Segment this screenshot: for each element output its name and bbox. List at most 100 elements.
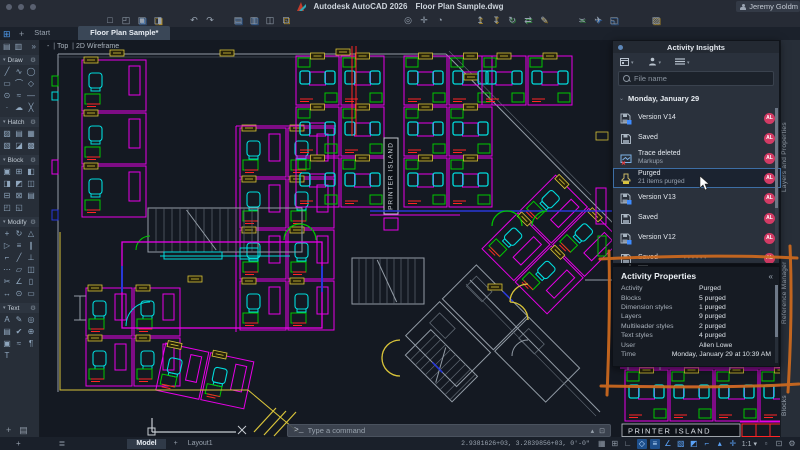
activity-item[interactable]: Version V14AL [613,108,781,128]
save-as-icon[interactable]: ◨ [152,14,164,26]
activity-date-group[interactable]: ⌄ Monday, January 29 [613,89,779,105]
section-settings-icon[interactable]: ⚙ [30,156,36,164]
page-setup-icon[interactable]: ◫ [264,14,276,26]
snap-mode-icon[interactable]: ⊞ [610,439,620,449]
command-input[interactable] [308,426,591,435]
ortho-mode-icon[interactable]: ∟ [623,439,633,449]
scrollbar-thumb[interactable] [775,108,778,208]
sync-settings-icon[interactable]: ⇄ [522,14,534,26]
extend-tool-icon[interactable]: ╱ [13,252,25,264]
rectangle-tool-icon[interactable]: ▭ [1,78,13,90]
hatch-pattern-tool-icon[interactable]: ▨ [1,128,13,140]
model-tab[interactable]: Model [127,439,165,449]
app-window-icon[interactable]: ◱ [608,14,620,26]
customization-icon[interactable]: ⚙ [787,439,797,449]
activity-item[interactable]: Purged21 items purgedAL [613,168,781,188]
expand-palette-icon[interactable]: » [32,42,36,51]
attribute-tool-icon[interactable]: ◩ [13,178,25,190]
annotation-scale-button[interactable]: 1:1 ▾ [742,440,757,448]
spell-check-tool-icon[interactable]: ✔ [13,326,25,338]
block-palette-tool-icon[interactable]: ⊠ [13,190,25,202]
dynamic-input-icon[interactable]: ≡ [650,439,660,449]
side-tab-blocks[interactable]: Blocks [781,382,800,430]
hatch-solid-tool-icon[interactable]: ◪ [13,140,25,152]
import-icon[interactable]: ↧ [490,14,502,26]
section-settings-icon[interactable]: ⚙ [30,56,36,64]
start-tab[interactable]: Start [24,28,60,40]
paste-icon[interactable]: ▨ [650,14,662,26]
palette-section-block[interactable]: ▾Block⚙ [0,155,39,165]
popup-scrollbar-thumb[interactable] [775,285,778,337]
palette-section-text[interactable]: ▾Text⚙ [0,303,39,313]
edit-attribute-tool-icon[interactable]: ◫ [25,178,37,190]
user-avatar[interactable]: AL [764,153,775,164]
mirror-tool-icon[interactable]: ▷ [1,240,13,252]
zoom-window-icon[interactable]: ◎ [402,14,414,26]
purge-block-tool-icon[interactable]: ◱ [13,202,25,214]
collapse-popup-icon[interactable]: « [769,272,773,281]
viewport-controls[interactable]: - | Top | 2D Wireframe [47,43,119,50]
scale-tool-icon[interactable]: △ [25,228,37,240]
user-avatar[interactable]: AL [764,173,775,184]
revision-cloud-tool-icon[interactable]: ☁ [13,102,25,114]
point-tool-icon[interactable]: · [1,102,13,114]
polygon-tool-icon[interactable]: ◇ [25,78,37,90]
insert-block-tool-icon[interactable]: ▣ [1,166,13,178]
leader-tool-icon[interactable]: ≈ [13,338,25,350]
move-tool-icon[interactable]: + [1,228,13,240]
hatch-diagonal-tool-icon[interactable]: ▧ [1,140,13,152]
add-layout-icon[interactable]: + [16,439,21,448]
save-icon[interactable]: ▣ [136,14,148,26]
command-customize-icon[interactable]: ⊡ [599,427,605,435]
hatch-lines-tool-icon[interactable]: ▤ [13,128,25,140]
offset-tool-icon[interactable]: ∥ [25,240,37,252]
hatch-dense-tool-icon[interactable]: ▩ [25,140,37,152]
explode-tool-icon[interactable]: ◫ [25,264,37,276]
spline-tool-icon[interactable]: ≈ [13,90,25,102]
layout1-tab[interactable]: Layout1 [188,440,213,447]
break-tool-icon[interactable]: ⊙ [13,288,25,300]
donut-tool-icon[interactable]: ⊙ [1,90,13,102]
user-avatar[interactable]: AL [764,113,775,124]
trim-tool-icon[interactable]: ⌐ [1,252,13,264]
activity-item[interactable]: SavedAL [613,208,781,228]
circle-tool-icon[interactable]: ◯ [25,66,37,78]
search-input[interactable] [634,74,769,83]
align-tool-icon[interactable]: ↔ [1,288,13,300]
share-icon[interactable]: ↥ [474,14,486,26]
field-tool-icon[interactable]: ⊕ [25,326,37,338]
section-settings-icon[interactable]: ⚙ [30,304,36,312]
date-range-filter-button[interactable]: ▾ [620,57,634,66]
share-view-icon[interactable]: ✈ [592,14,604,26]
lengthen-tool-icon[interactable]: ▯ [25,276,37,288]
active-drawing-tab[interactable]: Floor Plan Sample* [78,26,170,40]
replace-block-tool-icon[interactable]: ◰ [1,202,13,214]
side-tab-layers-and-properties[interactable]: Layers and Properties [781,92,800,222]
write-block-tool-icon[interactable]: ◧ [25,166,37,178]
join-tool-icon[interactable]: ▭ [25,288,37,300]
chamfer-tool-icon[interactable]: ∠ [13,276,25,288]
section-settings-icon[interactable]: ⚙ [30,118,36,126]
command-line[interactable]: >_ ▴ ⊡ [287,424,611,437]
viewport-menu[interactable]: - [47,43,49,50]
panel-resize-handle[interactable]: •••••• [613,257,779,262]
orbit-icon[interactable]: ◔ [434,14,446,26]
palette-section-hatch[interactable]: ▾Hatch⚙ [0,117,39,127]
file-name-search[interactable] [618,71,774,86]
hatch-grid-tool-icon[interactable]: ▦ [25,128,37,140]
activity-item[interactable]: Version V12AL [613,228,781,248]
plot-preview-icon[interactable]: ⊡ [280,14,292,26]
redo-icon[interactable]: ↷ [204,14,216,26]
drawing-compare-icon[interactable]: ≍ [576,14,588,26]
grid-display-icon[interactable]: ▦ [597,439,607,449]
sync-attributes-tool-icon[interactable]: ⊟ [1,190,13,202]
text-style-tool-icon[interactable]: T [1,350,13,362]
popup-scrollbar[interactable] [775,285,778,363]
object-snap-icon[interactable]: ▧ [676,439,686,449]
multiline-text-tool-icon[interactable]: A [1,314,13,326]
palette-list-icon[interactable]: ▤ [19,425,28,436]
block-editor-tool-icon[interactable]: ◨ [1,178,13,190]
construction-line-tool-icon[interactable]: — [25,90,37,102]
pan-icon[interactable]: ✛ [418,14,430,26]
rotate-tool-icon[interactable]: ↻ [13,228,25,240]
